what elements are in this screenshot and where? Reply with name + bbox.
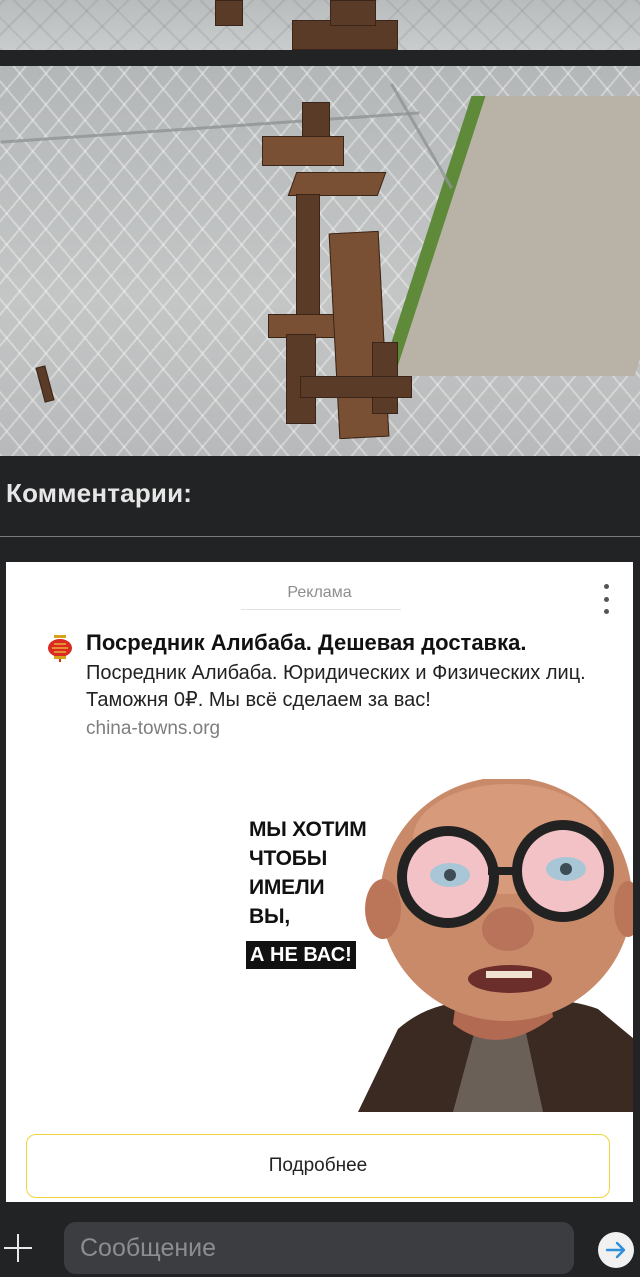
metal-part <box>215 0 243 26</box>
kebab-menu-icon[interactable] <box>601 584 611 614</box>
post-image-main[interactable] <box>0 66 640 456</box>
ad-image-text-line: ИМЕЛИ <box>249 876 325 899</box>
ad-image[interactable]: МЫ ХОТИМ ЧТОБЫ ИМЕЛИ ВЫ, А НЕ ВАС! <box>246 779 633 1112</box>
send-button[interactable] <box>598 1232 634 1268</box>
image-separator <box>0 50 640 66</box>
ad-domain[interactable]: china-towns.org <box>86 718 220 740</box>
arrow-right-icon <box>605 1241 626 1259</box>
ad-description: Посредник Алибаба. Юридических и Физичес… <box>86 662 586 711</box>
comments-title: Комментарии: <box>6 478 193 508</box>
ad-image-text: МЫ ХОТИМ ЧТОБЫ ИМЕЛИ ВЫ, <box>249 815 367 931</box>
metal-part <box>287 172 387 196</box>
lantern-icon <box>46 634 74 662</box>
metal-part <box>330 0 376 26</box>
plus-icon[interactable] <box>2 1232 34 1264</box>
ad-card[interactable]: Реклама Посредник Алибаба. Дешевая доста… <box>6 562 633 1202</box>
ad-title[interactable]: Посредник Алибаба. Дешевая доставка. <box>86 628 606 658</box>
ad-image-text-line: МЫ ХОТИМ <box>249 818 367 841</box>
metal-part <box>262 136 344 166</box>
ad-image-highlight: А НЕ ВАС! <box>246 941 356 969</box>
more-button[interactable]: Подробнее <box>26 1134 610 1198</box>
metal-part <box>300 376 412 398</box>
ad-image-text-line: ЧТОБЫ <box>249 847 328 870</box>
post-image-top[interactable] <box>0 0 640 50</box>
man-photo <box>358 779 633 1112</box>
ad-label: Реклама <box>287 584 352 601</box>
ad-label-underline <box>241 609 401 610</box>
metal-part <box>296 194 320 316</box>
divider <box>0 536 640 537</box>
message-input[interactable] <box>64 1222 574 1274</box>
ad-image-text-line: ВЫ, <box>249 905 290 928</box>
